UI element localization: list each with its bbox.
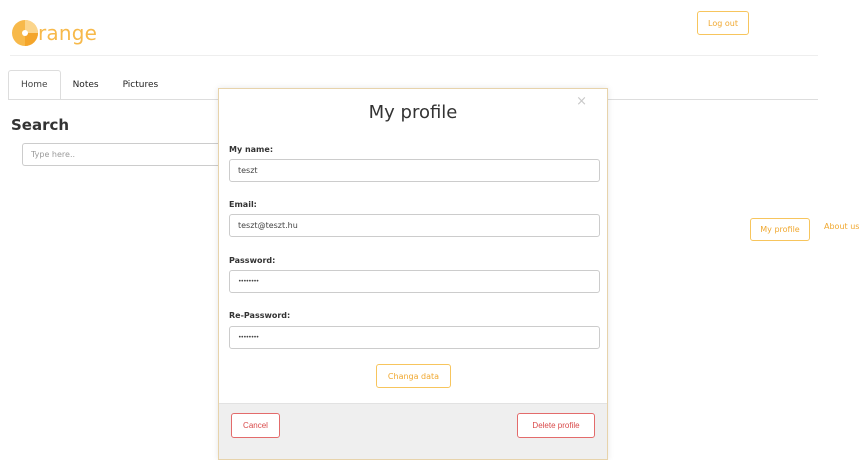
- profile-modal: My profile × My name: teszt Email: teszt…: [218, 88, 608, 460]
- logout-button[interactable]: Log out: [697, 11, 749, 35]
- orange-logo-icon: [12, 20, 38, 46]
- password-label: Password:: [229, 256, 276, 265]
- about-us-link[interactable]: About us: [824, 222, 859, 231]
- modal-title: My profile: [368, 102, 458, 123]
- my-profile-button[interactable]: My profile: [750, 218, 810, 241]
- brand-logo[interactable]: range: [10, 18, 97, 48]
- tab-notes[interactable]: Notes: [61, 70, 111, 100]
- search-input[interactable]: [22, 143, 227, 166]
- password-field[interactable]: ••••••••: [229, 270, 600, 293]
- logo-text: range: [38, 21, 98, 45]
- header-divider: [10, 55, 818, 56]
- close-icon[interactable]: ×: [576, 94, 587, 109]
- change-data-button[interactable]: Changa data: [376, 364, 451, 388]
- modal-footer: Cancel Delete profile: [219, 403, 607, 459]
- delete-profile-button[interactable]: Delete profile: [517, 413, 595, 438]
- tab-home[interactable]: Home: [8, 70, 61, 100]
- email-label: Email:: [229, 200, 257, 209]
- re-password-field[interactable]: ••••••••: [229, 326, 600, 349]
- name-label: My name:: [229, 145, 274, 154]
- email-field[interactable]: teszt@teszt.hu: [229, 214, 600, 237]
- tab-pictures[interactable]: Pictures: [111, 70, 171, 100]
- cancel-button[interactable]: Cancel: [231, 413, 280, 438]
- tab-bar: Home Notes Pictures: [8, 70, 170, 100]
- re-password-label: Re-Password:: [229, 311, 291, 320]
- name-field[interactable]: teszt: [229, 159, 600, 182]
- search-title: Search: [11, 116, 70, 134]
